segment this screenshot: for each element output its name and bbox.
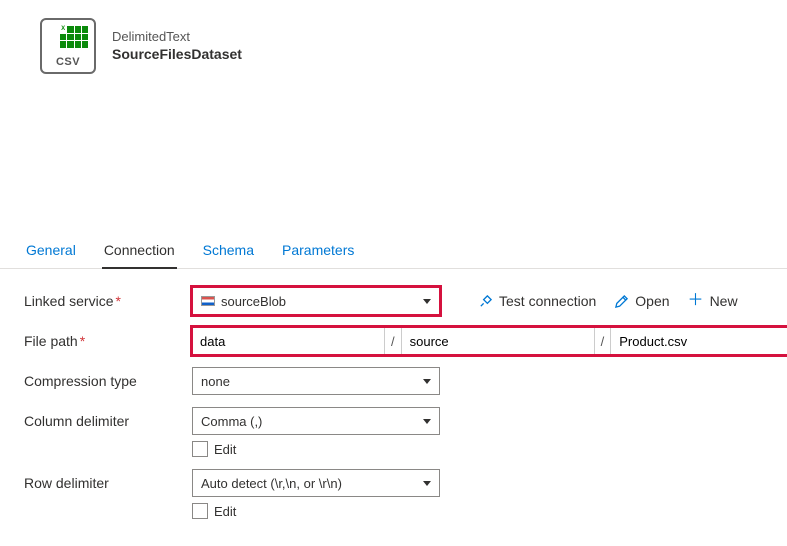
chevron-down-icon [423, 379, 431, 384]
pencil-icon [614, 294, 629, 309]
column-delimiter-label: Column delimiter [24, 413, 192, 429]
tab-bar: General Connection Schema Parameters [0, 234, 787, 269]
column-delimiter-dropdown[interactable]: Comma (,) [192, 407, 440, 435]
compression-type-value: none [201, 374, 230, 389]
row-delimiter-dropdown[interactable]: Auto detect (\r,\n, or \r\n) [192, 469, 440, 497]
linked-service-dropdown[interactable]: sourceBlob [192, 287, 440, 315]
path-separator: / [384, 327, 402, 355]
test-connection-icon [478, 294, 493, 309]
dataset-type-label: DelimitedText [112, 28, 242, 46]
tab-connection[interactable]: Connection [102, 234, 177, 269]
dataset-header: X CSV DelimitedText SourceFilesDataset [0, 0, 787, 84]
csv-file-icon: X CSV [40, 18, 96, 74]
row-delimiter-edit-label: Edit [214, 504, 236, 519]
compression-type-label: Compression type [24, 373, 192, 389]
file-path-label: File path* [24, 333, 192, 349]
dataset-name: SourceFilesDataset [112, 45, 242, 64]
new-button[interactable]: ＋ New [684, 291, 742, 311]
tab-parameters[interactable]: Parameters [280, 234, 356, 269]
row-delimiter-label: Row delimiter [24, 475, 192, 491]
path-separator: / [594, 327, 612, 355]
connection-form: Linked service* sourceBlob Test connecti… [0, 269, 787, 519]
file-path-input-group: / / [192, 327, 787, 355]
row-delimiter-edit-checkbox[interactable] [192, 503, 208, 519]
chevron-down-icon [423, 299, 431, 304]
tab-schema[interactable]: Schema [201, 234, 256, 269]
column-delimiter-value: Comma (,) [201, 414, 262, 429]
row-delimiter-value: Auto detect (\r,\n, or \r\n) [201, 476, 342, 491]
tab-general[interactable]: General [24, 234, 78, 269]
compression-type-dropdown[interactable]: none [192, 367, 440, 395]
column-delimiter-edit-checkbox[interactable] [192, 441, 208, 457]
storage-icon [201, 296, 215, 306]
linked-service-value: sourceBlob [221, 294, 286, 309]
plus-icon: ＋ [688, 293, 704, 309]
chevron-down-icon [423, 481, 431, 486]
chevron-down-icon [423, 419, 431, 424]
file-path-container-input[interactable] [192, 327, 384, 355]
column-delimiter-edit-label: Edit [214, 442, 236, 457]
file-path-file-input[interactable] [611, 327, 787, 355]
linked-service-label: Linked service* [24, 293, 192, 309]
open-button[interactable]: Open [610, 291, 673, 311]
csv-icon-label: CSV [48, 56, 88, 68]
file-path-directory-input[interactable] [402, 327, 594, 355]
test-connection-button[interactable]: Test connection [474, 291, 600, 311]
